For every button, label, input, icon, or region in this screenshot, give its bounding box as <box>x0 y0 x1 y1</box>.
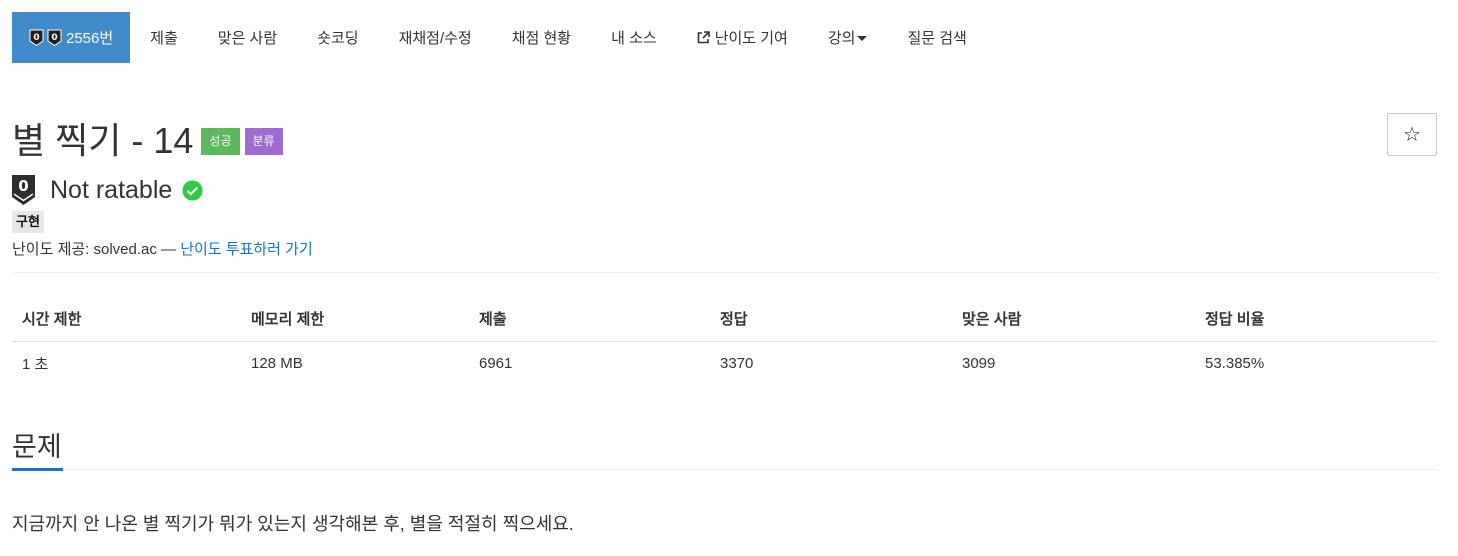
divider <box>12 272 1437 273</box>
problem-header: 별 찍기 - 14 성공 분류 <box>12 112 283 164</box>
tab-label: 맞은 사람 <box>217 30 278 47</box>
unrated-shield-icon: 0 <box>47 29 62 46</box>
tab-label: 질문 검색 <box>907 30 967 47</box>
tab-label: 제출 <box>150 30 178 47</box>
tab-label: 채점 현황 <box>511 30 572 47</box>
tier-row: 0 Not ratable <box>12 175 203 206</box>
tab-label: 강의 <box>827 30 856 47</box>
tier-digit: 0 <box>18 177 28 195</box>
unrated-shield-icon: 0 <box>29 29 44 46</box>
accept-ratio-value: 53.385% <box>1205 354 1265 372</box>
submissions-value: 6961 <box>479 354 513 372</box>
memory-limit-value: 128 MB <box>251 354 303 372</box>
tab-difficulty[interactable]: 난이도 기여 <box>677 12 808 63</box>
star-outline-icon: ☆ <box>1403 124 1421 146</box>
problem-menu: 0 0 2556번 제출 맞은 사람 숏코딩 재채점/수정 채점 현황 내 소스… <box>12 12 987 63</box>
unrated-shield-icon: 0 <box>12 175 35 205</box>
algorithm-tag[interactable]: 구현 <box>12 211 44 233</box>
time-limit-value: 1 초 <box>22 355 49 373</box>
tier-label: Not ratable <box>50 176 173 204</box>
col-accept-ratio: 정답 비율 <box>1195 296 1437 342</box>
difficulty-credit: 난이도 제공: solved.ac — 난이도 투표하러 가기 <box>12 238 313 259</box>
category-badge[interactable]: 분류 <box>244 128 283 155</box>
tab-label: 숏코딩 <box>317 30 359 47</box>
section-accent-bar <box>12 468 63 471</box>
col-solved-users: 맞은 사람 <box>952 296 1195 342</box>
col-submissions: 제출 <box>469 296 710 342</box>
check-circle-icon <box>182 180 203 201</box>
tab-label: 재채점/수정 <box>398 30 472 47</box>
section-heading-problem: 문제 <box>12 432 62 462</box>
favorite-star-button[interactable]: ☆ <box>1387 113 1437 156</box>
tab-problem-label: 2556번 <box>66 30 114 47</box>
svg-text:0: 0 <box>51 33 57 43</box>
problem-description: 지금까지 안 나온 별 찍기가 뭐가 있는지 생각해본 후, 별을 적절히 찍으… <box>12 514 574 534</box>
svg-text:0: 0 <box>33 33 39 43</box>
col-time-limit: 시간 제한 <box>12 296 241 342</box>
tab-qna[interactable]: 질문 검색 <box>887 12 986 63</box>
vote-difficulty-link[interactable]: 난이도 투표하러 가기 <box>180 241 313 258</box>
tab-short-coding[interactable]: 숏코딩 <box>297 12 378 63</box>
problem-title: 별 찍기 - 14 <box>12 120 194 161</box>
tier-badges: 0 0 <box>29 29 62 46</box>
tab-rejudge[interactable]: 재채점/수정 <box>379 12 492 63</box>
col-accepted: 정답 <box>710 296 952 342</box>
tab-lecture[interactable]: 강의 <box>808 12 888 63</box>
status-badge-success: 성공 <box>201 128 240 155</box>
caret-down-icon <box>857 36 868 41</box>
tab-status[interactable]: 채점 현황 <box>492 12 591 63</box>
table-row: 1 초 128 MB 6961 3370 3099 53.385% <box>12 341 1437 385</box>
tab-label: 난이도 기여 <box>714 30 788 47</box>
external-link-icon <box>697 31 710 44</box>
col-memory-limit: 메모리 제한 <box>241 296 469 342</box>
solved-users-value: 3099 <box>962 354 996 372</box>
tab-solved[interactable]: 맞은 사람 <box>198 12 297 63</box>
problem-info-table: 시간 제한 메모리 제한 제출 정답 맞은 사람 정답 비율 1 초 128 M… <box>12 296 1437 385</box>
tab-problem[interactable]: 0 0 2556번 <box>12 12 131 63</box>
tab-my-source[interactable]: 내 소스 <box>591 12 677 63</box>
table-header-row: 시간 제한 메모리 제한 제출 정답 맞은 사람 정답 비율 <box>12 296 1437 342</box>
credit-prefix: 난이도 제공: solved.ac — <box>12 241 181 258</box>
section-divider <box>12 469 1437 470</box>
tab-submit[interactable]: 제출 <box>130 12 198 63</box>
tab-label: 내 소스 <box>611 30 657 47</box>
accepted-value: 3370 <box>720 354 754 372</box>
